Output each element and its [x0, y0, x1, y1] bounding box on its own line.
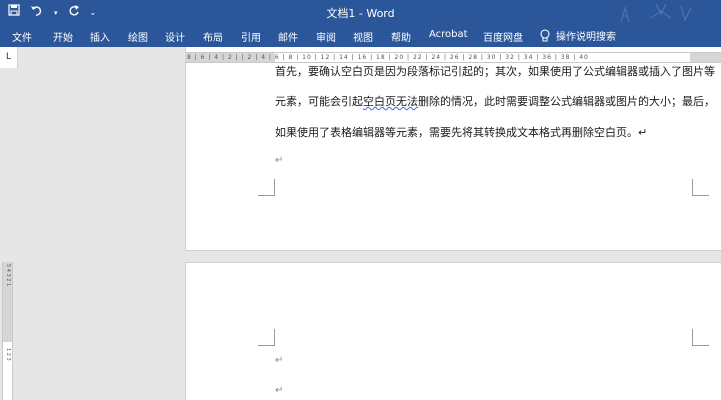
paragraph-mark: ↵ — [275, 155, 284, 166]
tab-view[interactable]: 视图 — [353, 29, 373, 44]
tab-baidu-netdisk[interactable]: 百度网盘 — [483, 29, 523, 44]
ruler-numbers: 8 | 6 | 4 | 2 | | 2 | 4 | 6 | 8 | 10 | 1… — [187, 54, 589, 61]
tab-review[interactable]: 审阅 — [316, 29, 336, 44]
top-left-crop-mark — [258, 329, 275, 345]
bottom-left-crop-mark — [258, 179, 275, 196]
top-left-crop-mark-h — [258, 345, 275, 346]
tab-home[interactable]: 开始 — [53, 29, 73, 44]
top-right-crop-mark — [692, 329, 709, 345]
horizontal-ruler[interactable]: 8 | 6 | 4 | 2 | | 2 | 4 | 6 | 8 | 10 | 1… — [185, 52, 721, 63]
tab-stop-selector[interactable]: L — [0, 47, 18, 68]
tab-file[interactable]: 文件 — [12, 29, 32, 44]
paragraph-mark: ↵ — [275, 355, 284, 366]
tell-me-search[interactable]: 操作说明搜索 — [540, 28, 616, 43]
vertical-ruler-numbers: 1 2 3 — [5, 348, 11, 361]
tab-layout[interactable]: 布局 — [203, 29, 223, 44]
title-bar: ▾ ⌄ 文档1 - Word — [0, 0, 721, 26]
lightbulb-icon — [540, 28, 550, 41]
tab-references[interactable]: 引用 — [241, 29, 261, 44]
tab-draw[interactable]: 绘图 — [128, 29, 148, 44]
text-line-2[interactable]: 元素，可能会引起空白页无法删除的情况，此时需要调整公式编辑器或图片的大小；最后， — [275, 93, 715, 109]
top-right-crop-mark-h — [692, 345, 709, 346]
tell-me-label: 操作说明搜索 — [556, 32, 616, 43]
text-line-3[interactable]: 如果使用了表格编辑器等元素，需要先将其转换成文本格式再删除空白页。↵ — [275, 124, 647, 140]
paragraph-mark: ↵ — [275, 385, 284, 396]
document-page-2[interactable]: ↵ ↵ — [185, 262, 721, 400]
ribbon-tab-bar: 文件 开始 插入 绘图 设计 布局 引用 邮件 审阅 视图 帮助 Acrobat… — [0, 26, 721, 47]
tab-design[interactable]: 设计 — [165, 29, 185, 44]
vertical-ruler[interactable]: 5 4 3 2 1 1 2 3 — [2, 262, 13, 400]
spelling-squiggle[interactable]: 空白页无法 — [363, 95, 418, 108]
text-line-1[interactable]: 首先，要确认空白页是因为段落标记引起的；其次，如果使用了公式编辑器或插入了图片等 — [275, 63, 715, 79]
document-page-1[interactable]: 首先，要确认空白页是因为段落标记引起的；其次，如果使用了公式编辑器或插入了图片等… — [185, 47, 721, 251]
text-line-2-end: 删除的情况，此时需要调整公式编辑器或图片的大小；最后， — [418, 95, 715, 108]
text-line-2-start: 元素，可能会引起 — [275, 95, 363, 108]
tab-insert[interactable]: 插入 — [90, 29, 110, 44]
tab-help[interactable]: 帮助 — [391, 29, 411, 44]
tab-acrobat[interactable]: Acrobat — [429, 29, 468, 40]
tab-mailings[interactable]: 邮件 — [278, 29, 298, 44]
title-decoration-icon — [620, 3, 692, 23]
right-margin-area — [690, 53, 721, 62]
vertical-ruler-numbers: 5 4 3 2 1 — [5, 264, 11, 287]
bottom-right-crop-mark — [692, 179, 709, 196]
